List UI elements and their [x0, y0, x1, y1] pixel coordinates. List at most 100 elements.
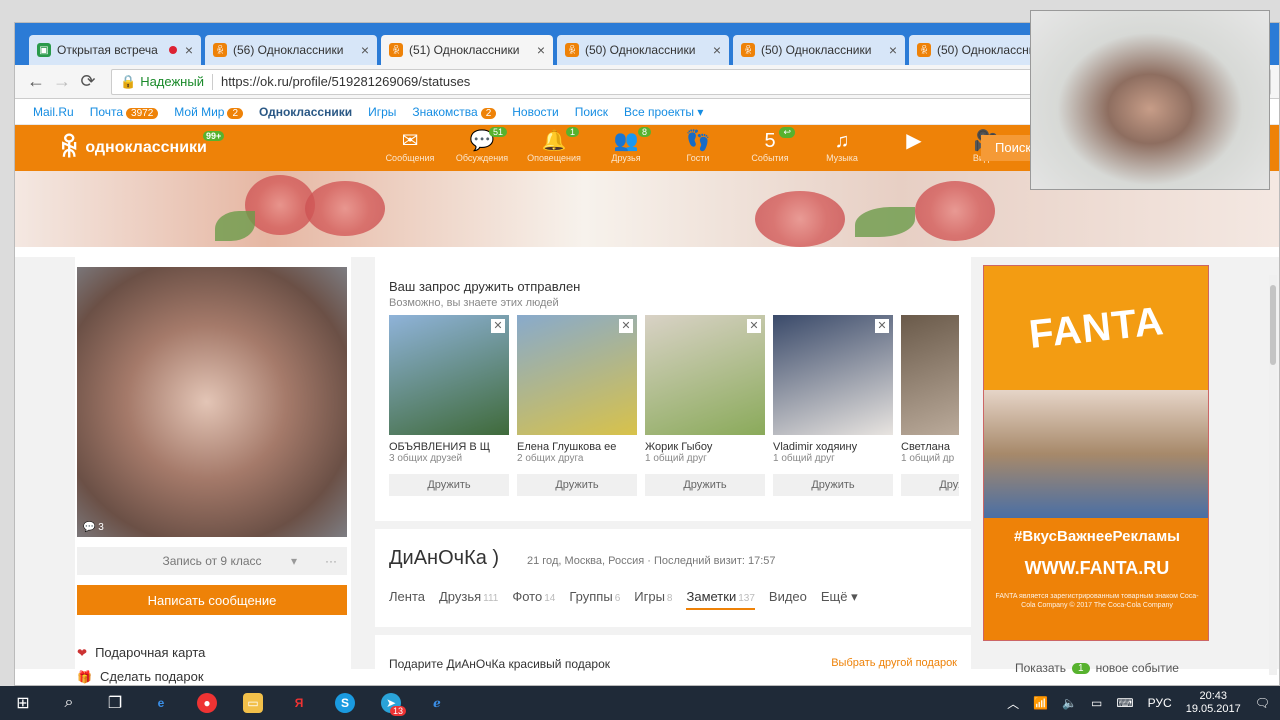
back-icon[interactable]: ← — [23, 71, 49, 92]
friend-photo[interactable]: ✕ — [517, 315, 637, 435]
close-icon[interactable]: ✕ — [747, 319, 761, 333]
portal-link[interactable]: Все проекты ▾ — [624, 105, 703, 119]
ok-favicon-icon: ꆜ — [917, 43, 931, 57]
fanta-ad[interactable]: FANTA #ВкусВажнееРекламы WWW.FANTA.RU FA… — [983, 265, 1209, 641]
portal-link[interactable]: Одноклассники — [259, 105, 352, 119]
show-label: Показать — [1015, 661, 1067, 675]
video-play-icon[interactable]: ▶ — [885, 129, 943, 163]
friend-photo[interactable]: ✕ — [645, 315, 765, 435]
browser-tab[interactable]: ꆜ (56) Одноклассники × — [205, 35, 377, 65]
edge-icon[interactable]: e — [138, 686, 184, 720]
skype-icon[interactable]: S — [322, 686, 368, 720]
friend-suggestion-card: ✕ Светлана1 общий др Дружить — [901, 315, 959, 496]
write-message-button[interactable]: Написать сообщение — [77, 585, 347, 615]
portal-badge: 2 — [227, 107, 244, 119]
note-select[interactable]: Запись от 9 класс ▾ ··· — [77, 547, 347, 575]
browser-tab[interactable]: ꆜ (51) Одноклассники × — [381, 35, 553, 65]
vertical-scrollbar[interactable] — [1269, 275, 1277, 675]
friend-name[interactable]: Vladimir ходяину — [773, 441, 893, 453]
browser-tab[interactable]: ꆜ (50) Одноклассники × — [557, 35, 729, 65]
cover-leaf — [855, 207, 915, 237]
battery-icon[interactable]: ▭ — [1091, 696, 1102, 710]
close-icon[interactable]: × — [713, 42, 721, 58]
profile-info: 21 год, Москва, Россия · Последний визит… — [527, 555, 776, 567]
profile-tab[interactable]: Игры 8 — [634, 589, 672, 610]
portal-link[interactable]: Игры — [368, 105, 396, 119]
yandex-icon[interactable]: Я — [276, 686, 322, 720]
portal-link[interactable]: Знакомства 2 — [412, 105, 497, 119]
notifications-icon[interactable]: 🗨 — [1255, 696, 1270, 710]
profile-left-column: 💬 3 Запись от 9 класс ▾ ··· Написать соо… — [75, 257, 351, 684]
friend-name[interactable]: ОБЪЯВЛЕНИЯ В Щ — [389, 441, 509, 453]
close-icon[interactable]: ✕ — [619, 319, 633, 333]
friend-name[interactable]: Светлана — [901, 441, 959, 453]
avatar[interactable]: 💬 3 — [77, 267, 347, 537]
search-icon[interactable]: ⌕ — [46, 686, 92, 720]
close-icon[interactable]: ✕ — [491, 319, 505, 333]
portal-link[interactable]: Почта 3972 — [90, 105, 159, 119]
messages-icon[interactable]: ✉ Сообщения — [381, 129, 439, 163]
keyboard-icon[interactable]: ⌨ — [1116, 696, 1133, 710]
ie-icon[interactable]: ℯ — [414, 686, 460, 720]
friend-photo[interactable]: ✕ — [773, 315, 893, 435]
reload-icon[interactable]: ⟳ — [75, 71, 101, 92]
explorer-icon[interactable]: ▭ — [230, 686, 276, 720]
forward-icon[interactable]: → — [49, 71, 75, 92]
volume-icon[interactable]: 🔈 — [1062, 696, 1077, 710]
friend-photo[interactable]: ✕ — [389, 315, 509, 435]
close-icon[interactable]: × — [889, 42, 897, 58]
portal-link[interactable]: Mail.Ru — [33, 105, 74, 119]
profile-tab[interactable]: Группы 6 — [569, 589, 620, 610]
browser-tab[interactable]: ▣ Открытая встреча × — [29, 35, 201, 65]
close-icon[interactable]: ✕ — [875, 319, 889, 333]
add-friend-button[interactable]: Дружить — [901, 474, 959, 496]
show-new-events[interactable]: Показать 1 новое событие — [1015, 661, 1179, 675]
tab-label: (51) Одноклассники — [409, 43, 520, 57]
close-icon[interactable]: × — [361, 42, 369, 58]
profile-tab[interactable]: Лента — [389, 589, 425, 610]
task-view-icon[interactable]: ❐ — [92, 686, 138, 720]
webcam-overlay — [1030, 10, 1270, 190]
telegram-icon[interactable]: ➤ 13 — [368, 686, 414, 720]
add-friend-button[interactable]: Дружить — [517, 474, 637, 496]
network-icon[interactable]: 📶 — [1033, 696, 1048, 710]
notifications-icon[interactable]: 🔔 Оповещения 1 — [525, 127, 583, 163]
add-friend-button[interactable]: Дружить — [389, 474, 509, 496]
tray-chevron-icon[interactable]: ︿ — [1007, 695, 1019, 712]
friends-icon[interactable]: 👥 Друзья 8 — [597, 127, 655, 163]
friend-name[interactable]: Жорик Гыбоу — [645, 441, 765, 453]
close-icon[interactable]: × — [537, 42, 545, 58]
friend-mutual: 1 общий др — [901, 453, 955, 464]
gift-card-link[interactable]: ❤ Подарочная карта — [77, 645, 205, 660]
discussions-icon[interactable]: 💬 Обсуждения 51 — [453, 127, 511, 163]
ok-nav-icons: ✉ Сообщения 💬 Обсуждения 51 🔔 Оповещения 1 👥 Друз… — [381, 127, 1015, 163]
profile-tab[interactable]: Фото 14 — [512, 589, 555, 610]
profile-tab[interactable]: Заметки 137 — [686, 589, 755, 610]
choose-other-gift-link[interactable]: Выбрать другой подарок — [831, 657, 957, 669]
add-friend-button[interactable]: Дружить — [645, 474, 765, 496]
music-icon[interactable]: ♫ Музыка — [813, 129, 871, 163]
scrollbar-thumb[interactable] — [1270, 285, 1276, 365]
chrome-icon[interactable]: ● — [184, 686, 230, 720]
profile-tab[interactable]: Видео — [769, 589, 807, 610]
guests-icon[interactable]: 👣 Гости — [669, 129, 727, 163]
portal-link[interactable]: Поиск — [575, 105, 608, 119]
portal-link[interactable]: Мой Мир 2 — [174, 104, 244, 119]
language-indicator[interactable]: РУС — [1148, 696, 1172, 710]
more-icon[interactable]: ··· — [325, 554, 337, 568]
clock[interactable]: 20:43 19.05.2017 — [1186, 690, 1241, 716]
close-icon[interactable]: × — [185, 42, 193, 58]
add-friend-button[interactable]: Дружить — [773, 474, 893, 496]
make-gift-link[interactable]: 🎁 Сделать подарок — [77, 669, 204, 684]
profile-tab[interactable]: Друзья 111 — [439, 589, 498, 610]
friend-photo[interactable]: ✕ — [901, 315, 959, 435]
browser-tab[interactable]: ꆜ (50) Одноклассники × — [733, 35, 905, 65]
portal-link[interactable]: Новости — [512, 105, 558, 119]
friend-name[interactable]: Елена Глушкова ее — [517, 441, 637, 453]
ok-logo[interactable]: ꆜ одноклассники 99+ — [59, 131, 225, 161]
portal-link-label: Мой Мир — [174, 104, 225, 119]
events-icon[interactable]: 5 События ↩ — [741, 127, 799, 163]
profile-tab[interactable]: Ещё — [821, 589, 858, 610]
telegram-badge: 13 — [389, 706, 406, 716]
start-icon[interactable]: ⊞ — [0, 686, 46, 720]
